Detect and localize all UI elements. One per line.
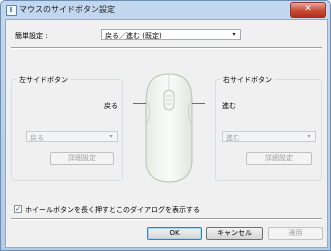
simple-setting-label: 簡単設定 : — [15, 32, 48, 40]
dropdown-arrow-icon: ▾ — [109, 133, 113, 140]
right-action-value: 進む — [226, 134, 240, 142]
right-pointer-line — [192, 103, 205, 104]
right-action-dropdown[interactable]: 進む ▾ — [222, 131, 316, 142]
wheel-option-label[interactable]: ホイールボタンを長く押すとこのダイアログを表示する — [25, 205, 200, 215]
left-action-value: 戻る — [30, 134, 44, 142]
close-button[interactable]: ✕ — [290, 2, 326, 18]
dialog-body: 簡単設定 : 戻る／進む (既定) ▾ 左サイドボタン 戻る 戻る ▾ 詳細設定 — [5, 19, 328, 248]
mouse-settings-icon — [6, 5, 17, 16]
right-group-title: 右サイドボタン — [221, 75, 274, 85]
wheel-option-checkbox[interactable]: ✓ — [14, 205, 22, 213]
right-action-label: 進む — [222, 102, 236, 110]
right-side-button-group: 右サイドボタン — [215, 75, 322, 181]
cancel-button[interactable]: キャンセル — [206, 227, 263, 240]
simple-setting-dropdown[interactable]: 戻る／進む (既定) ▾ — [101, 29, 241, 40]
dialog-window: マウスのサイドボタン設定 ✕ 簡単設定 : 戻る／進む (既定) ▾ 左サイドボ… — [0, 0, 331, 251]
dropdown-arrow-icon: ▾ — [307, 133, 311, 140]
left-action-dropdown[interactable]: 戻る ▾ — [26, 131, 118, 142]
left-action-label: 戻る — [104, 102, 118, 110]
simple-setting-value: 戻る／進む (既定) — [105, 32, 162, 40]
divider-top — [11, 47, 322, 49]
dropdown-arrow-icon: ▾ — [232, 31, 236, 38]
divider-bottom — [11, 218, 322, 220]
left-detail-button[interactable]: 詳細設定 — [50, 152, 114, 165]
left-pointer-line — [133, 103, 146, 104]
left-side-button-group: 左サイドボタン — [11, 75, 123, 181]
ok-button[interactable]: OK — [147, 227, 202, 240]
mouse-illustration — [145, 73, 193, 183]
right-detail-button[interactable]: 詳細設定 — [246, 152, 312, 165]
window-title: マウスのサイドボタン設定 — [19, 5, 115, 14]
apply-button[interactable]: 適用 — [268, 227, 323, 240]
title-bar[interactable]: マウスのサイドボタン設定 ✕ — [1, 1, 330, 18]
left-group-title: 左サイドボタン — [17, 75, 70, 85]
